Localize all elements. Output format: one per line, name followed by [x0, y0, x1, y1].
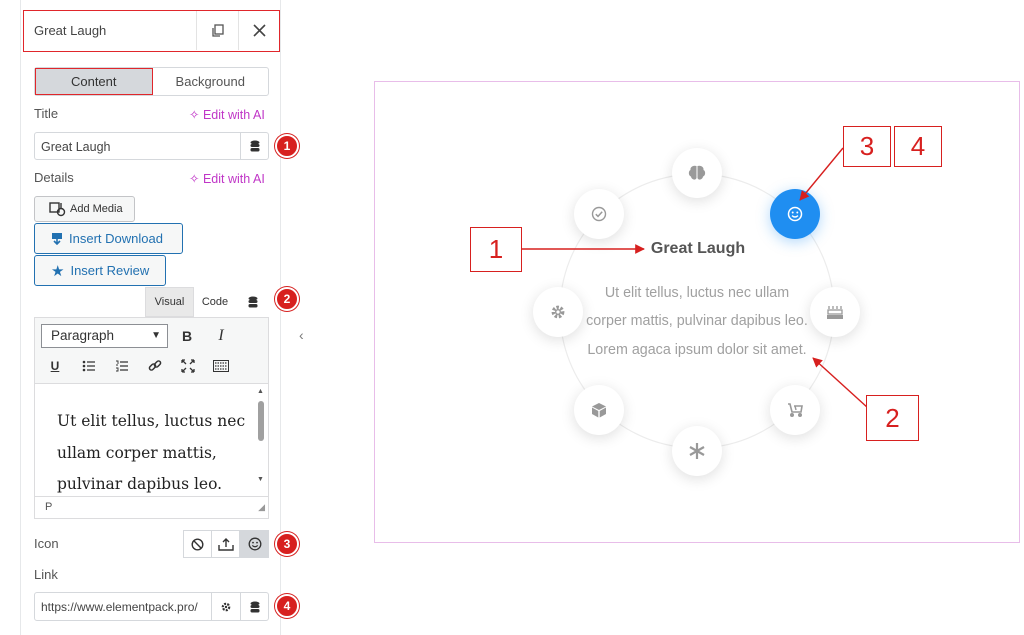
callout-3: 3 [843, 126, 891, 167]
callout-2: 2 [866, 395, 919, 441]
callout-1: 1 [470, 227, 522, 272]
callout-4: 4 [894, 126, 942, 167]
annotation-arrows [522, 147, 869, 409]
